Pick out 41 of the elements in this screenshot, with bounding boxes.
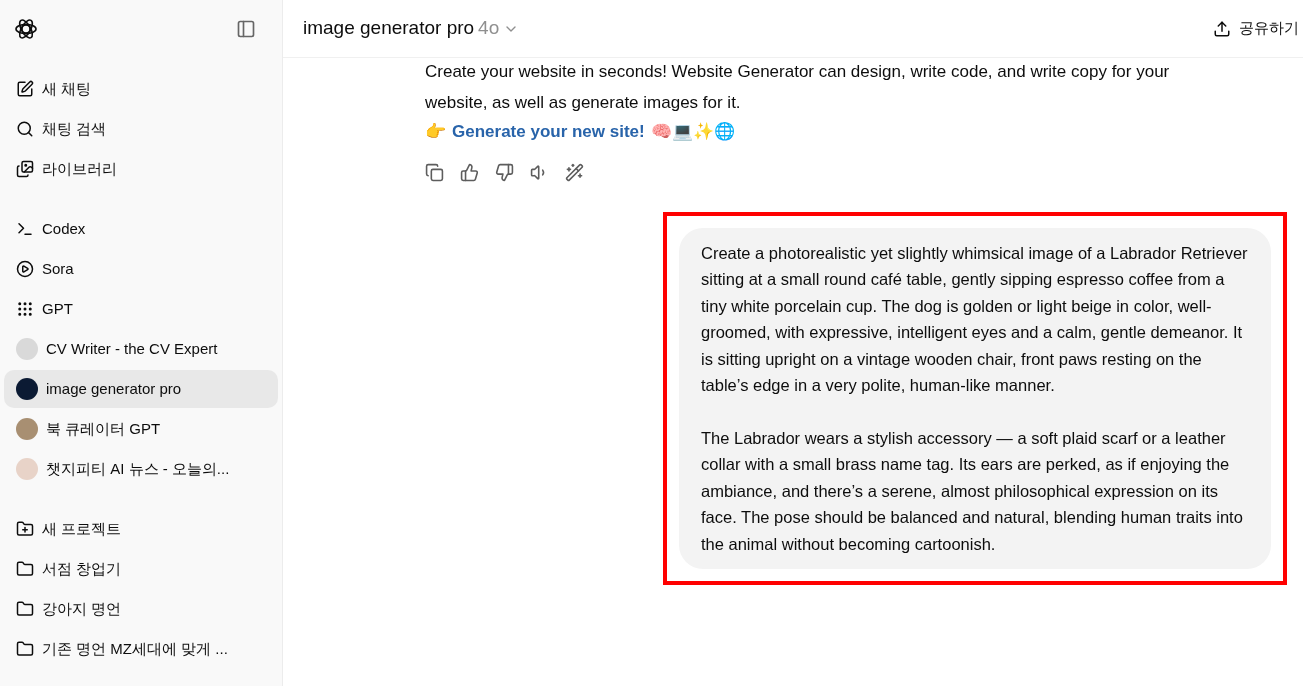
sidebar-item[interactable]: Codex [4,210,278,248]
assistant-message: Create your website in seconds! Website Generator can design, write code, and write copy for your website, as well as generate images for it. [425,61,1171,114]
copy-icon[interactable] [425,162,444,182]
grid-icon [16,300,34,318]
sidebar-item[interactable]: Sora [4,250,278,288]
share-icon [1213,19,1231,38]
folder-plus-icon [16,520,34,538]
user-message-paragraph: Create a photorealistic yet slightly whimsical image of a Labrador Retriever sitting at a small round café table, gently sipping espresso coffee from a tiny white porcelain cup. The dog is golden or light beige in color, well-groomed, with expressive, intelligent eyes and a calm, gentle demeanor. It is sitting upright on a vintage wooden chair, front paws resting on the table’s edge in a very polite, human-like manner. [701,242,1249,396]
sidebar-item[interactable]: image generator pro [4,370,278,408]
images-icon [16,160,34,178]
folder-icon [16,560,34,578]
sidebar-item[interactable]: 챗지피티 AI 뉴스 - 오늘의... [4,450,278,488]
pointing-emoji: 👉 [425,121,446,143]
sidebar-item[interactable]: 라이브러리 [4,150,278,188]
terminal-icon [16,220,34,238]
emoji-row-text: 🧠💻✨🌐 [650,121,735,143]
model-selector[interactable]: image generator pro 4o [303,14,520,43]
thumbs-down-icon[interactable] [495,162,514,182]
play-icon [16,260,34,278]
sidebar-item[interactable]: 기존 명언 MZ세대에 맞게 ... [4,630,278,668]
thumbs-up-icon[interactable] [460,162,479,182]
sidebar-item[interactable]: 강아지 명언 [4,590,278,628]
user-message-paragraph: The Labrador wears a stylish accessory — a soft plaid scarf or a leather collar with a small brass name tag. Its ears are perked, as if enjoying the ambiance, and there’s a serene, almost philosophical expression on its face. The pose should be balanced and natural, blending human traits into the animal without becoming cartoonish. [701,427,1244,555]
wand-icon[interactable] [565,162,584,182]
sidebar-toggle-icon[interactable] [236,19,256,39]
sidebar-item[interactable]: 서점 창업기 [4,550,278,588]
folder-icon [16,640,34,658]
share-button[interactable]: 공유하기 [1213,17,1299,40]
search-icon [16,120,34,138]
edit-icon [16,80,34,98]
sidebar-item[interactable]: GPT [4,290,278,328]
folder-icon [16,600,34,618]
sidebar-item[interactable]: 새 채팅 [4,70,278,108]
sidebar-item[interactable]: 북 큐레이터 GPT [4,410,278,448]
sidebar-item[interactable]: 새 프로젝트 [4,510,278,548]
sidebar-item[interactable]: CV Writer - the CV Expert [4,330,278,368]
chat-title: image generator pro [303,16,475,41]
site-link[interactable]: Generate your new site! [452,119,645,145]
model-label: 4o [478,16,500,41]
sidebar-item[interactable]: 채팅 검색 [4,110,278,148]
logo-icon [14,17,38,41]
